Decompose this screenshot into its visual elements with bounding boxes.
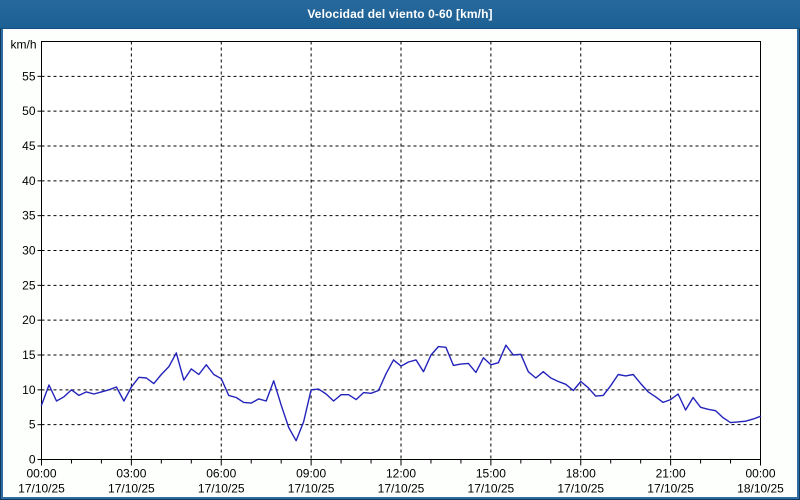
x-tick-time-label: 09:00 — [296, 467, 326, 481]
y-tick-label: 35 — [22, 209, 36, 223]
chart-window: Velocidad del viento 0-60 [km/h] 0 5 10 15 2… — [0, 0, 800, 500]
x-tick-date-label: 17/10/25 — [647, 482, 694, 496]
y-tick-label: 0 — [29, 453, 36, 467]
y-tick-label: 55 — [22, 69, 36, 83]
x-tick-date-label: 17/10/25 — [18, 482, 65, 496]
y-tick-label: 25 — [22, 278, 36, 292]
x-tick-date-label: 17/10/25 — [108, 482, 155, 496]
x-tick-date-label: 17/10/25 — [378, 482, 425, 496]
x-tick-time-label: 06:00 — [206, 467, 236, 481]
y-axis-unit-label: km/h — [10, 38, 36, 52]
y-tick-label: 45 — [22, 139, 36, 153]
x-tick-time-label: 00:00 — [745, 467, 775, 481]
x-tick-time-label: 18:00 — [566, 467, 596, 481]
x-tick-time-label: 21:00 — [656, 467, 686, 481]
x-tick-time-label: 15:00 — [476, 467, 506, 481]
x-tick-time-label: 12:00 — [386, 467, 416, 481]
chart-canvas: 0510152025303540455055km/h00:0017/10/250… — [10, 38, 784, 496]
x-tick-date-label: 17/10/25 — [557, 482, 604, 496]
y-tick-label: 30 — [22, 244, 36, 258]
y-tick-label: 50 — [22, 104, 36, 118]
x-tick-time-label: 00:00 — [26, 467, 56, 481]
y-tick-label: 5 — [29, 418, 36, 432]
x-tick-date-label: 17/10/25 — [468, 482, 515, 496]
y-tick-label: 40 — [22, 174, 36, 188]
x-tick-time-label: 03:00 — [116, 467, 146, 481]
y-tick-label: 15 — [22, 348, 36, 362]
x-tick-date-label: 17/10/25 — [288, 482, 335, 496]
y-tick-label: 10 — [22, 383, 36, 397]
y-tick-label: 20 — [22, 313, 36, 327]
x-tick-date-label: 17/10/25 — [198, 482, 245, 496]
x-tick-date-label: 18/10/25 — [737, 482, 784, 496]
